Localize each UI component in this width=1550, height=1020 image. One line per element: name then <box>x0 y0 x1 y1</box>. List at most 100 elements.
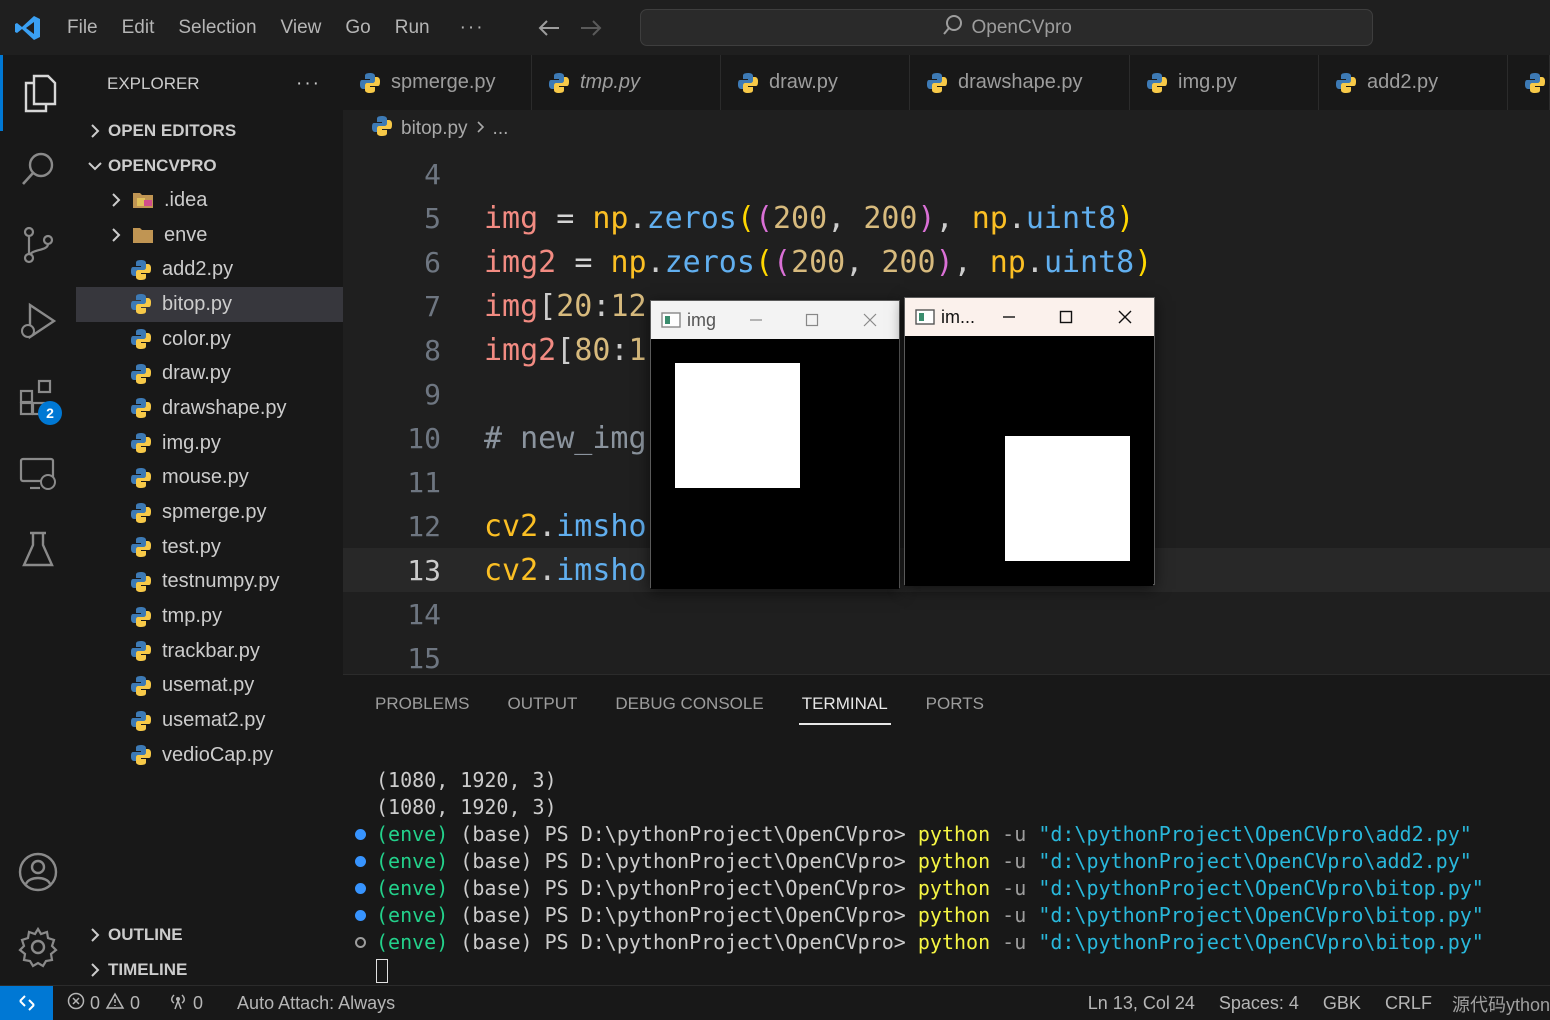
timeline-section[interactable]: TIMELINE <box>76 952 343 987</box>
idea-folder-icon <box>132 189 154 211</box>
terminal[interactable]: (1080, 1920, 3) (1080, 1920, 3) (enve) (… <box>343 767 1550 983</box>
tab-output[interactable]: OUTPUT <box>507 675 577 733</box>
tab-label: spmerge.py <box>391 71 496 93</box>
maximize-icon[interactable] <box>783 301 841 339</box>
maximize-icon[interactable] <box>1037 298 1095 336</box>
run-debug-icon[interactable] <box>0 283 76 359</box>
accounts-icon[interactable] <box>0 834 76 910</box>
tab-debug-console[interactable]: DEBUG CONSOLE <box>615 675 763 733</box>
search-input[interactable] <box>971 16 1072 39</box>
python-file-icon <box>359 72 381 94</box>
python-file-icon <box>130 432 152 454</box>
forward-arrow-icon[interactable] <box>579 18 603 38</box>
file-label: trackbar.py <box>162 639 260 662</box>
project-section[interactable]: OPENCVPRO <box>76 148 343 183</box>
command-flag: -u <box>1002 903 1027 927</box>
explorer-icon[interactable] <box>0 55 76 131</box>
file-item[interactable]: mouse.py <box>76 461 343 496</box>
open-editors-section[interactable]: OPEN EDITORS <box>76 113 343 148</box>
code-line: cv2.imsho <box>484 508 647 544</box>
menu-selection[interactable]: Selection <box>166 0 268 55</box>
outline-section[interactable]: OUTLINE <box>76 917 343 952</box>
opencv-window-img[interactable]: img <box>650 300 900 589</box>
file-item[interactable]: testnumpy.py <box>76 565 343 600</box>
minimize-icon[interactable] <box>727 301 785 339</box>
encoding[interactable]: GBK <box>1313 993 1375 1014</box>
file-item[interactable]: vedioCap.py <box>76 738 343 773</box>
menu-run[interactable]: Run <box>383 0 442 55</box>
tab-terminal[interactable]: TERMINAL <box>798 675 891 733</box>
file-item[interactable]: spmerge.py <box>76 495 343 530</box>
prompt-env: (enve) <box>376 930 449 954</box>
settings-gear-icon[interactable] <box>0 909 76 985</box>
opencv-window-img2[interactable]: im... <box>904 297 1155 586</box>
file-item[interactable]: draw.py <box>76 356 343 391</box>
command: python <box>917 903 991 927</box>
command-flag: -u <box>1002 849 1027 873</box>
problems-status[interactable]: 0 0 <box>53 991 150 1015</box>
terminal-cursor <box>376 958 388 983</box>
file-item[interactable]: add2.py <box>76 252 343 287</box>
file-item[interactable]: drawshape.py <box>76 391 343 426</box>
tab-spmerge[interactable]: spmerge.py <box>343 55 532 110</box>
file-item[interactable]: img.py <box>76 426 343 461</box>
explorer-more-button[interactable]: ··· <box>296 73 321 95</box>
command-status-dot-icon[interactable] <box>355 937 366 948</box>
line-number: 10 <box>407 421 441 455</box>
breadcrumb-rest[interactable]: ... <box>493 118 509 140</box>
tab-img[interactable]: img.py <box>1130 55 1319 110</box>
chevron-right-icon <box>84 962 106 978</box>
python-file-icon <box>130 502 152 524</box>
end-of-line[interactable]: CRLF <box>1375 993 1442 1014</box>
window-titlebar[interactable]: im... <box>905 298 1154 336</box>
remote-indicator-icon[interactable] <box>0 985 53 1020</box>
window-titlebar[interactable]: img <box>651 301 899 339</box>
file-item[interactable]: test.py <box>76 530 343 565</box>
tab-overflow[interactable] <box>1508 55 1550 110</box>
command-status-dot-icon[interactable] <box>355 856 366 867</box>
close-icon[interactable] <box>1096 298 1154 336</box>
back-arrow-icon[interactable] <box>537 18 561 38</box>
python-file-icon <box>1146 72 1168 94</box>
cursor-position[interactable]: Ln 13, Col 24 <box>1078 993 1209 1014</box>
tab-draw[interactable]: draw.py <box>721 55 910 110</box>
extensions-icon[interactable]: 2 <box>0 359 76 435</box>
command-status-dot-icon[interactable] <box>355 829 366 840</box>
tab-ports[interactable]: PORTS <box>926 675 984 733</box>
file-item[interactable]: usemat2.py <box>76 703 343 738</box>
status-bar: 0 0 0 Auto Attach: Always Ln 13, Col 24 … <box>0 985 1550 1020</box>
file-item[interactable]: usemat.py <box>76 669 343 704</box>
file-item[interactable]: trackbar.py <box>76 634 343 669</box>
menu-view[interactable]: View <box>269 0 334 55</box>
source-control-icon[interactable] <box>0 207 76 283</box>
tab-drawshape[interactable]: drawshape.py <box>910 55 1130 110</box>
search-sidebar-icon[interactable] <box>0 131 76 207</box>
menu-edit[interactable]: Edit <box>110 0 167 55</box>
menu-go[interactable]: Go <box>333 0 382 55</box>
testing-flask-icon[interactable] <box>0 511 76 587</box>
file-item[interactable]: bitop.py <box>76 287 343 322</box>
close-icon[interactable] <box>841 301 899 339</box>
line-number: 15 <box>407 641 441 675</box>
folder-idea[interactable]: .idea <box>76 183 343 218</box>
indentation[interactable]: Spaces: 4 <box>1209 993 1313 1014</box>
command-center-search[interactable] <box>640 9 1373 46</box>
menu-file[interactable]: File <box>55 0 110 55</box>
menu-more-button[interactable]: ··· <box>442 17 503 39</box>
file-item[interactable]: color.py <box>76 322 343 357</box>
file-item[interactable]: tmp.py <box>76 599 343 634</box>
ports-status[interactable]: 0 <box>150 992 213 1015</box>
folder-enve[interactable]: enve <box>76 218 343 253</box>
title-bar: File Edit Selection View Go Run ··· <box>0 0 1550 55</box>
command-status-dot-icon[interactable] <box>355 883 366 894</box>
tab-add2[interactable]: add2.py <box>1319 55 1508 110</box>
command-status-dot-icon[interactable] <box>355 910 366 921</box>
breadcrumb-file[interactable]: bitop.py <box>401 118 468 140</box>
tab-tmp[interactable]: tmp.py <box>532 55 721 110</box>
minimize-icon[interactable] <box>980 298 1038 336</box>
line-number: 11 <box>407 465 441 499</box>
tab-problems[interactable]: PROBLEMS <box>375 675 469 733</box>
file-label: vedioCap.py <box>162 743 274 766</box>
remote-explorer-icon[interactable] <box>0 435 76 511</box>
auto-attach-status[interactable]: Auto Attach: Always <box>213 993 405 1014</box>
